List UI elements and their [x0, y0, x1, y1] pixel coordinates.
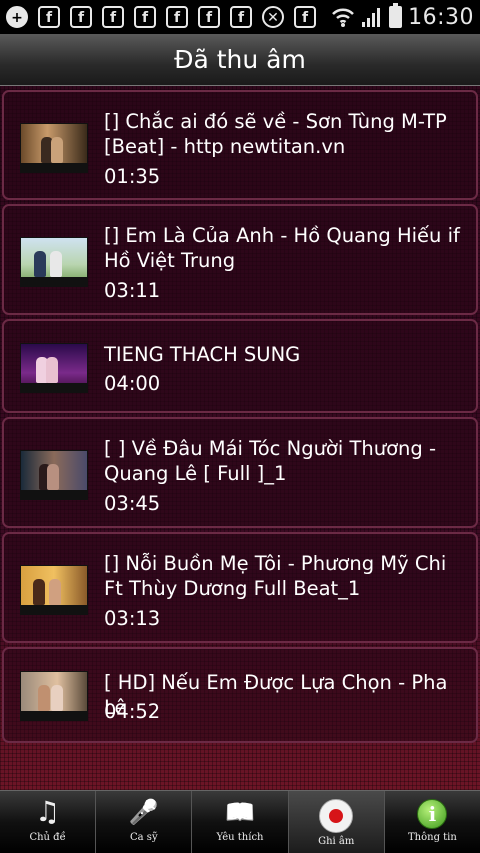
video-thumbnail: [20, 565, 88, 615]
video-thumbnail: [20, 671, 88, 721]
nav-yeu-thich[interactable]: 📖 Yêu thích: [192, 791, 289, 853]
recording-duration: 04:52: [104, 700, 161, 723]
notification-icons: + f f f f f f f ✕ f: [6, 6, 316, 28]
record-icon: [319, 799, 354, 833]
nav-ghi-am[interactable]: Ghi âm: [288, 791, 385, 853]
book-icon: 📖: [225, 798, 255, 826]
nav-thong-tin[interactable]: i Thông tin: [385, 791, 480, 853]
recording-title: [] Chắc ai đó sẽ về - Sơn Tùng M-TP [Bea…: [104, 110, 447, 158]
nav-label: Yêu thích: [216, 832, 264, 843]
recording-title: [] Nỗi Buồn Mẹ Tôi - Phương Mỹ Chi Ft Th…: [104, 552, 447, 600]
facebook-icon: f: [38, 6, 60, 28]
system-indicators: 16:30: [331, 2, 474, 32]
nav-label: Ghi âm: [318, 836, 355, 847]
nav-chu-de[interactable]: ♫ Chủ đề: [0, 791, 97, 853]
recording-duration: 03:13: [104, 607, 161, 630]
signal-icon: [362, 8, 381, 27]
plus-icon: +: [6, 6, 28, 28]
facebook-icon: f: [102, 6, 124, 28]
status-bar: + f f f f f f f ✕ f 16:30: [0, 0, 480, 34]
recording-title: [] Em Là Của Anh - Hồ Quang Hiếu if Hồ V…: [104, 224, 460, 272]
nav-label: Thông tin: [408, 832, 457, 843]
recording-duration: 03:45: [104, 492, 161, 515]
video-thumbnail: [20, 237, 88, 287]
recording-item[interactable]: TIENG THACH SUNG 04:00: [2, 319, 478, 413]
recordings-list-area[interactable]: [] Chắc ai đó sẽ về - Sơn Tùng M-TP [Bea…: [0, 86, 480, 790]
facebook-icon: f: [134, 6, 156, 28]
nav-label: Ca sỹ: [130, 832, 158, 843]
circle-x-icon: ✕: [262, 6, 284, 28]
facebook-icon: f: [230, 6, 252, 28]
recording-title: TIENG THACH SUNG: [104, 343, 301, 366]
video-thumbnail: [20, 123, 88, 173]
recording-duration: 01:35: [104, 165, 161, 188]
video-thumbnail: [20, 450, 88, 500]
recording-item[interactable]: [] Em Là Của Anh - Hồ Quang Hiếu if Hồ V…: [2, 204, 478, 315]
battery-icon: [389, 3, 403, 28]
bottom-navigation: ♫ Chủ đề 🎤 Ca sỹ 📖 Yêu thích Ghi âm i Th…: [0, 790, 480, 853]
recording-item[interactable]: [ HD] Nếu Em Được Lựa Chọn - Pha Lê 04:52: [2, 647, 478, 743]
video-thumbnail: [20, 343, 88, 393]
microphone-icon: 🎤: [128, 798, 159, 826]
info-icon: i: [417, 799, 448, 829]
facebook-icon: f: [294, 6, 316, 28]
facebook-icon: f: [70, 6, 92, 28]
recording-title: [ ] Về Đâu Mái Tóc Người Thương - Quang …: [104, 437, 437, 485]
recording-item[interactable]: [ ] Về Đâu Mái Tóc Người Thương - Quang …: [2, 417, 478, 528]
nav-label: Chủ đề: [29, 832, 66, 843]
recording-duration: 03:11: [104, 279, 161, 302]
recording-item[interactable]: [] Chắc ai đó sẽ về - Sơn Tùng M-TP [Bea…: [2, 90, 478, 200]
title-bar: Đã thu âm: [0, 34, 480, 86]
music-note-icon: ♫: [35, 795, 61, 828]
recording-item[interactable]: [] Nỗi Buồn Mẹ Tôi - Phương Mỹ Chi Ft Th…: [2, 532, 478, 643]
page-title: Đã thu âm: [174, 45, 306, 74]
recording-duration: 04:00: [104, 372, 161, 395]
wifi-icon: [332, 8, 354, 27]
facebook-icon: f: [198, 6, 220, 28]
facebook-icon: f: [166, 6, 188, 28]
clock: 16:30: [408, 4, 474, 30]
nav-ca-sy[interactable]: 🎤 Ca sỹ: [96, 791, 193, 853]
